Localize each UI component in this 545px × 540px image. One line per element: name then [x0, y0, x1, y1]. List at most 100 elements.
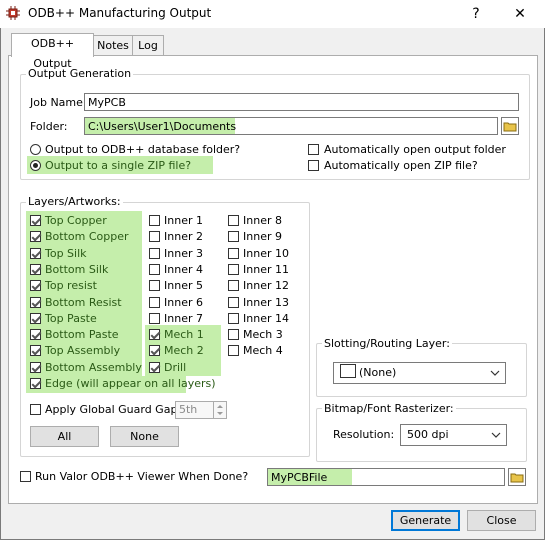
tab-odb-output[interactable]: ODB++ Output — [11, 33, 94, 70]
layer-checkbox[interactable] — [149, 231, 160, 243]
layer-checkbox[interactable] — [149, 312, 160, 324]
folder-browse-button[interactable] — [501, 117, 519, 135]
layer-checkbox[interactable] — [228, 231, 239, 243]
layer-checkbox[interactable] — [149, 296, 160, 308]
layer-checkbox[interactable] — [149, 215, 160, 226]
layer-label[interactable]: Inner 9 — [243, 230, 282, 243]
layer-checkbox[interactable] — [228, 280, 239, 292]
layer-checkbox[interactable] — [149, 247, 160, 259]
layer-checkbox[interactable] — [228, 215, 239, 226]
layer-checkbox[interactable] — [228, 296, 239, 308]
auto-open-zip-label[interactable]: Automatically open ZIP file? — [324, 159, 478, 172]
run-viewer-checkbox[interactable] — [20, 471, 31, 482]
layer-label[interactable]: Top resist — [45, 279, 97, 292]
resolution-label: Resolution: — [333, 428, 395, 441]
guard-gap-value: 5th — [179, 403, 198, 416]
layer-checkbox[interactable] — [30, 361, 41, 373]
close-button[interactable]: Close — [467, 510, 536, 531]
auto-open-zip-checkbox[interactable] — [308, 160, 319, 171]
layer-checkbox[interactable] — [30, 329, 41, 341]
layer-checkbox[interactable] — [30, 215, 41, 226]
layer-label[interactable]: Top Copper — [45, 214, 107, 227]
layer-label[interactable]: Inner 6 — [164, 296, 203, 309]
select-all-button[interactable]: All — [30, 426, 99, 447]
layers-group-label: Layers/Artworks: — [26, 195, 123, 208]
tab-notes[interactable]: Notes — [93, 35, 133, 56]
layer-label[interactable]: Inner 13 — [243, 296, 289, 309]
layer-label[interactable]: Mech 3 — [243, 328, 283, 341]
layer-checkbox[interactable] — [30, 296, 41, 308]
resolution-select[interactable]: 500 dpi — [400, 424, 507, 446]
slotting-layer-select[interactable]: (None) — [333, 362, 506, 384]
layer-checkbox[interactable] — [149, 263, 160, 275]
layer-checkbox[interactable] — [228, 263, 239, 275]
layer-label[interactable]: Inner 5 — [164, 279, 203, 292]
layer-label[interactable]: Bottom Resist — [45, 296, 122, 309]
radio-zip-file[interactable] — [30, 160, 41, 171]
layer-label[interactable]: Mech 1 — [164, 328, 204, 341]
auto-open-folder-label[interactable]: Automatically open output folder — [324, 143, 506, 156]
layer-checkbox[interactable] — [30, 345, 41, 357]
layer-checkbox[interactable] — [228, 345, 239, 357]
layer-checkbox[interactable] — [149, 280, 160, 292]
radio-zip-label[interactable]: Output to a single ZIP file? — [45, 159, 191, 172]
layer-label[interactable]: Inner 3 — [164, 247, 203, 260]
auto-open-folder-checkbox[interactable] — [308, 144, 319, 155]
layer-label[interactable]: Inner 11 — [243, 263, 289, 276]
layer-checkbox[interactable] — [30, 247, 41, 259]
layer-label[interactable]: Inner 8 — [243, 214, 282, 227]
edge-checkbox[interactable] — [30, 378, 41, 389]
resolution-value: 500 dpi — [407, 428, 449, 441]
run-viewer-label[interactable]: Run Valor ODB++ Viewer When Done? — [35, 470, 248, 483]
layer-label[interactable]: Inner 1 — [164, 214, 203, 227]
layer-label[interactable]: Top Assembly — [45, 344, 120, 357]
layer-label[interactable]: Inner 2 — [164, 230, 203, 243]
title-bar: ODB++ Manufacturing Output ? ✕ — [0, 0, 545, 28]
layer-label[interactable]: Bottom Silk — [45, 263, 108, 276]
tab-log[interactable]: Log — [132, 35, 164, 56]
layer-label[interactable]: Inner 12 — [243, 279, 289, 292]
folder-icon — [510, 473, 524, 483]
layer-label[interactable]: Bottom Paste — [45, 328, 119, 341]
help-button[interactable]: ? — [456, 3, 496, 25]
viewer-browse-button[interactable] — [508, 468, 526, 486]
layer-checkbox[interactable] — [30, 231, 41, 243]
layer-label[interactable]: Top Silk — [45, 247, 87, 260]
layer-checkbox[interactable] — [228, 312, 239, 324]
close-window-button[interactable]: ✕ — [500, 3, 540, 25]
select-none-button[interactable]: None — [110, 426, 179, 447]
radio-database-folder[interactable] — [30, 144, 41, 155]
layer-checkbox[interactable] — [228, 247, 239, 259]
layer-label[interactable]: Drill — [164, 361, 186, 374]
guard-gap-spinner[interactable]: 5th — [175, 401, 227, 419]
layer-label[interactable]: Top Paste — [45, 312, 97, 325]
layer-checkbox[interactable] — [30, 312, 41, 324]
layer-checkbox[interactable] — [228, 329, 239, 341]
layer-checkbox[interactable] — [149, 361, 160, 373]
guard-gap-checkbox[interactable] — [30, 404, 41, 415]
layer-checkbox[interactable] — [30, 263, 41, 275]
radio-database-label[interactable]: Output to ODB++ database folder? — [45, 143, 240, 156]
edge-label[interactable]: Edge (will appear on all layers) — [45, 377, 216, 390]
layer-label[interactable]: Inner 10 — [243, 247, 289, 260]
spinner-arrows-icon[interactable] — [213, 402, 226, 418]
layer-label[interactable]: Inner 4 — [164, 263, 203, 276]
guard-gap-label[interactable]: Apply Global Guard Gap — [45, 403, 177, 416]
layer-checkbox[interactable] — [149, 345, 160, 357]
generate-button[interactable]: Generate — [391, 510, 460, 531]
job-name-input[interactable]: MyPCB — [84, 93, 519, 111]
layer-label[interactable]: Mech 2 — [164, 344, 204, 357]
rasterizer-group-label: Bitmap/Font Rasterizer: — [322, 402, 456, 415]
folder-icon — [503, 122, 517, 132]
layer-label[interactable]: Inner 7 — [164, 312, 203, 325]
viewer-file-input[interactable]: MyPCBFile — [267, 468, 505, 486]
folder-input[interactable]: C:\Users\User1\Documents — [84, 117, 498, 135]
chevron-down-icon — [490, 370, 500, 376]
layer-checkbox[interactable] — [30, 280, 41, 292]
layer-label[interactable]: Bottom Assembly — [45, 361, 142, 374]
layer-label[interactable]: Mech 4 — [243, 344, 283, 357]
slotting-layer-value: (None) — [359, 366, 397, 379]
layer-label[interactable]: Bottom Copper — [45, 230, 129, 243]
layer-checkbox[interactable] — [149, 329, 160, 341]
layer-label[interactable]: Inner 14 — [243, 312, 289, 325]
